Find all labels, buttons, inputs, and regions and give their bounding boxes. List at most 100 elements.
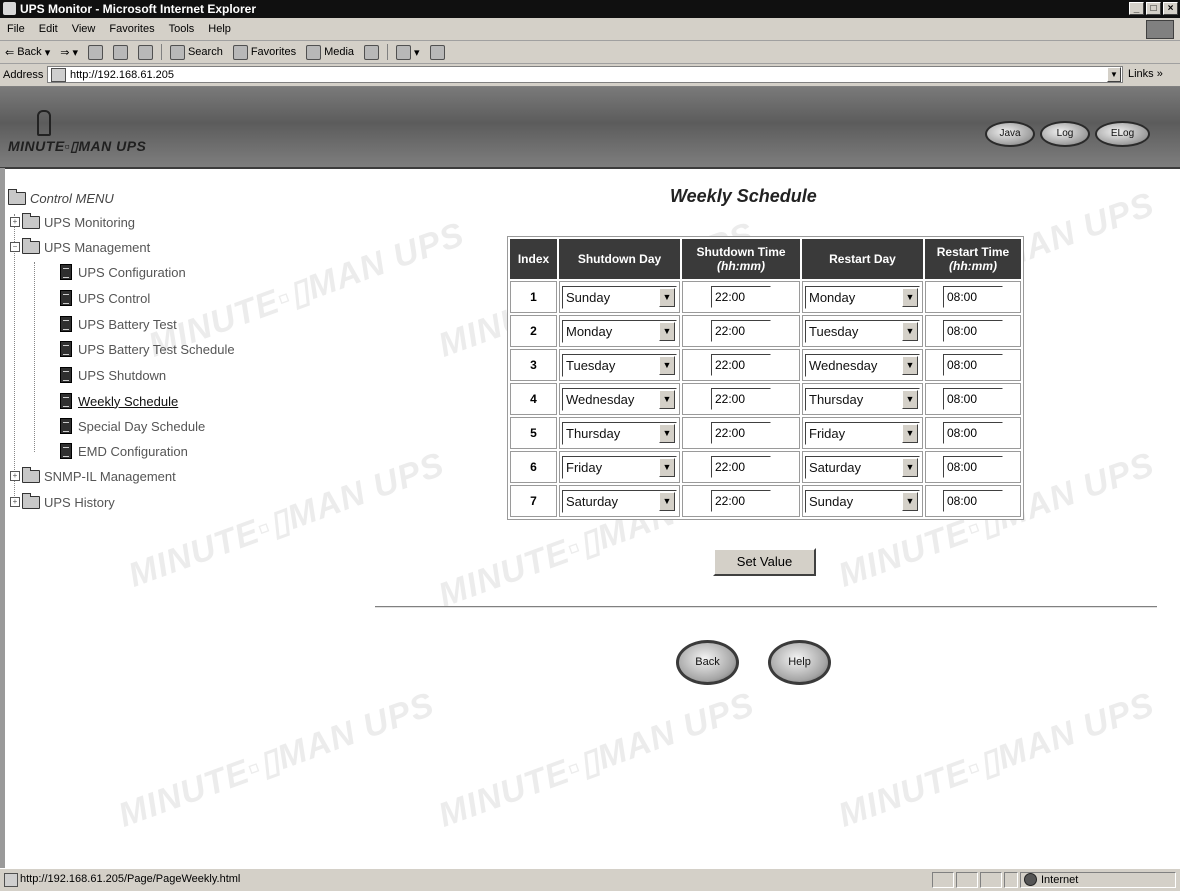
elog-button[interactable]: ELog <box>1095 121 1150 147</box>
dropdown-arrow-icon[interactable]: ▼ <box>902 287 918 307</box>
shutdown-day-select[interactable]: Friday ▼ <box>562 455 677 479</box>
dropdown-arrow-icon[interactable]: ▼ <box>902 321 918 341</box>
shutdown-time-input[interactable]: 22:00 <box>711 286 771 308</box>
menu-item-weekly-schedule[interactable]: Weekly Schedule <box>60 391 178 411</box>
menu-item-emd-configuration[interactable]: EMD Configuration <box>60 441 188 461</box>
page-icon <box>60 316 72 332</box>
shutdown-day-select[interactable]: Tuesday ▼ <box>562 353 677 377</box>
expand-icon[interactable]: + <box>10 217 20 227</box>
favorites-button[interactable]: Favorites <box>228 44 301 60</box>
menu-tools[interactable]: Tools <box>162 23 202 35</box>
menu-item-ups-history[interactable]: + UPS History <box>10 492 115 512</box>
refresh-button[interactable] <box>108 44 133 60</box>
restart-time-input[interactable]: 08:00 <box>943 422 1003 444</box>
mail-button[interactable]: ▾ <box>391 44 425 60</box>
media-button[interactable]: Media <box>301 44 359 60</box>
shutdown-day-select[interactable]: Monday ▼ <box>562 319 677 343</box>
restart-day-select[interactable]: Wednesday ▼ <box>805 353 920 377</box>
forward-button[interactable]: ⇒ ▾ <box>55 46 83 59</box>
shutdown-time-input[interactable]: 22:00 <box>711 422 771 444</box>
shutdown-time-input[interactable]: 22:00 <box>711 320 771 342</box>
home-button[interactable] <box>133 44 158 60</box>
mail-icon <box>396 44 412 60</box>
menu-item-label: UPS Configuration <box>78 264 186 280</box>
dropdown-arrow-icon[interactable]: ▼ <box>902 355 918 375</box>
selected-value: Monday <box>809 289 856 305</box>
dropdown-arrow-icon[interactable]: ▼ <box>902 491 918 511</box>
dropdown-arrow-icon[interactable]: ▼ <box>902 389 918 409</box>
dropdown-arrow-icon[interactable]: ▼ <box>659 491 675 511</box>
menu-item-snmp-il-management[interactable]: + SNMP-IL Management <box>10 466 176 486</box>
restart-time-input[interactable]: 08:00 <box>943 456 1003 478</box>
shutdown-time-input[interactable]: 22:00 <box>711 354 771 376</box>
address-input[interactable]: http://192.168.61.205 <box>47 66 1123 83</box>
history-button[interactable] <box>359 44 384 60</box>
restart-time-input[interactable]: 08:00 <box>943 286 1003 308</box>
links-button[interactable]: Links » <box>1128 68 1163 80</box>
menu-item-ups-shutdown[interactable]: UPS Shutdown <box>60 365 166 385</box>
back-nav-button[interactable]: Back <box>676 640 739 685</box>
maximize-button[interactable]: □ <box>1146 2 1161 15</box>
menu-view[interactable]: View <box>65 23 103 35</box>
menu-help[interactable]: Help <box>201 23 238 35</box>
menu-item-ups-control[interactable]: UPS Control <box>60 288 150 308</box>
restart-day-select[interactable]: Sunday ▼ <box>805 489 920 513</box>
menu-item-ups-battery-test[interactable]: UPS Battery Test <box>60 314 177 334</box>
dropdown-arrow-icon[interactable]: ▼ <box>659 321 675 341</box>
restart-time-input[interactable]: 08:00 <box>943 388 1003 410</box>
dropdown-arrow-icon[interactable]: ▼ <box>659 389 675 409</box>
back-arrow-icon: ⇐ <box>5 46 15 59</box>
dropdown-arrow-icon[interactable]: ▼ <box>659 423 675 443</box>
menu-favorites[interactable]: Favorites <box>102 23 161 35</box>
shutdown-day-select[interactable]: Wednesday ▼ <box>562 387 677 411</box>
menu-item-ups-management[interactable]: − UPS Management <box>10 237 150 257</box>
restart-time-input[interactable]: 08:00 <box>943 320 1003 342</box>
restart-day-cell: Monday ▼ <box>802 281 923 313</box>
search-button[interactable]: Search <box>165 44 228 60</box>
shutdown-day-select[interactable]: Thursday ▼ <box>562 421 677 445</box>
restart-day-select[interactable]: Thursday ▼ <box>805 387 920 411</box>
restart-day-select[interactable]: Monday ▼ <box>805 285 920 309</box>
page-icon <box>60 290 72 306</box>
shutdown-day-select[interactable]: Sunday ▼ <box>562 285 677 309</box>
menu-edit[interactable]: Edit <box>32 23 65 35</box>
dropdown-arrow-icon[interactable]: ▼ <box>659 287 675 307</box>
menu-file[interactable]: File <box>0 23 32 35</box>
stop-button[interactable] <box>83 44 108 60</box>
dropdown-arrow-icon[interactable]: ▼ <box>902 423 918 443</box>
shutdown-time-input[interactable]: 22:00 <box>711 490 771 512</box>
restart-day-cell: Saturday ▼ <box>802 451 923 483</box>
menu-item-ups-monitoring[interactable]: + UPS Monitoring <box>10 212 135 232</box>
java-button[interactable]: Java <box>985 121 1035 147</box>
media-label: Media <box>324 46 355 58</box>
selected-value: Thursday <box>566 425 621 441</box>
shutdown-day-select[interactable]: Saturday ▼ <box>562 489 677 513</box>
log-button[interactable]: Log <box>1040 121 1090 147</box>
dropdown-arrow-icon[interactable]: ▼ <box>659 457 675 477</box>
menu-item-special-day-schedule[interactable]: Special Day Schedule <box>60 416 205 436</box>
menu-item-ups-battery-test-schedule[interactable]: UPS Battery Test Schedule <box>60 339 235 359</box>
menu-item-ups-configuration[interactable]: UPS Configuration <box>60 262 186 282</box>
close-button[interactable]: × <box>1163 2 1178 15</box>
restart-day-select[interactable]: Saturday ▼ <box>805 455 920 479</box>
help-nav-button[interactable]: Help <box>768 640 831 685</box>
shutdown-time-input[interactable]: 22:00 <box>711 388 771 410</box>
selected-value: Tuesday <box>809 323 859 339</box>
restart-time-input[interactable]: 08:00 <box>943 354 1003 376</box>
selected-value: Thursday <box>809 391 864 407</box>
back-button[interactable]: ⇐ Back ▾ <box>0 46 55 59</box>
restart-time-input[interactable]: 08:00 <box>943 490 1003 512</box>
collapse-icon[interactable]: − <box>10 242 20 252</box>
set-value-button[interactable]: Set Value <box>713 548 816 576</box>
dropdown-arrow-icon[interactable]: ▼ <box>902 457 918 477</box>
dropdown-arrow-icon[interactable]: ▼ <box>659 355 675 375</box>
restart-day-select[interactable]: Tuesday ▼ <box>805 319 920 343</box>
shutdown-time-input[interactable]: 22:00 <box>711 456 771 478</box>
address-dropdown-button[interactable]: ▼ <box>1107 67 1121 82</box>
restart-day-select[interactable]: Friday ▼ <box>805 421 920 445</box>
print-button[interactable] <box>425 44 450 60</box>
minimize-button[interactable]: _ <box>1129 2 1144 15</box>
internet-globe-icon <box>1024 873 1037 886</box>
expand-icon[interactable]: + <box>10 471 20 481</box>
expand-icon[interactable]: + <box>10 497 20 507</box>
